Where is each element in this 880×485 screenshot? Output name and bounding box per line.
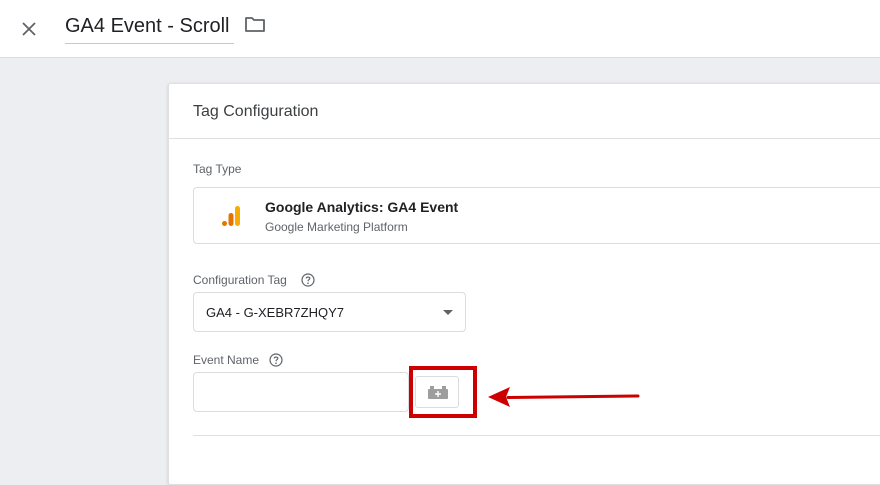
annotation-arrow xyxy=(488,387,640,407)
event-name-input[interactable] xyxy=(193,372,409,412)
divider xyxy=(193,435,880,436)
close-icon[interactable] xyxy=(14,14,44,44)
configuration-tag-value: GA4 - G-XEBR7ZHQY7 xyxy=(206,305,344,320)
tag-type-subtitle: Google Marketing Platform xyxy=(265,220,408,234)
google-analytics-icon xyxy=(222,206,240,226)
tag-type-name: Google Analytics: GA4 Event xyxy=(265,199,459,215)
configuration-tag-select[interactable]: GA4 - G-XEBR7ZHQY7 xyxy=(193,292,466,332)
top-bar: GA4 Event - Scroll xyxy=(0,0,880,58)
tag-type-selector[interactable]: Google Analytics: GA4 Event Google Marke… xyxy=(193,187,880,244)
tag-configuration-card: Tag Configuration Tag Type Google Analyt… xyxy=(168,83,880,485)
card-title: Tag Configuration xyxy=(169,84,880,139)
help-icon[interactable] xyxy=(301,273,315,287)
tag-type-label: Tag Type xyxy=(193,162,242,176)
chevron-down-icon xyxy=(443,310,453,315)
folder-icon[interactable] xyxy=(244,15,268,37)
highlight-box xyxy=(409,366,477,418)
tag-name-field[interactable]: GA4 Event - Scroll xyxy=(65,12,234,44)
help-icon[interactable] xyxy=(269,353,283,367)
configuration-tag-label: Configuration Tag xyxy=(193,273,287,287)
event-name-label: Event Name xyxy=(193,353,260,367)
